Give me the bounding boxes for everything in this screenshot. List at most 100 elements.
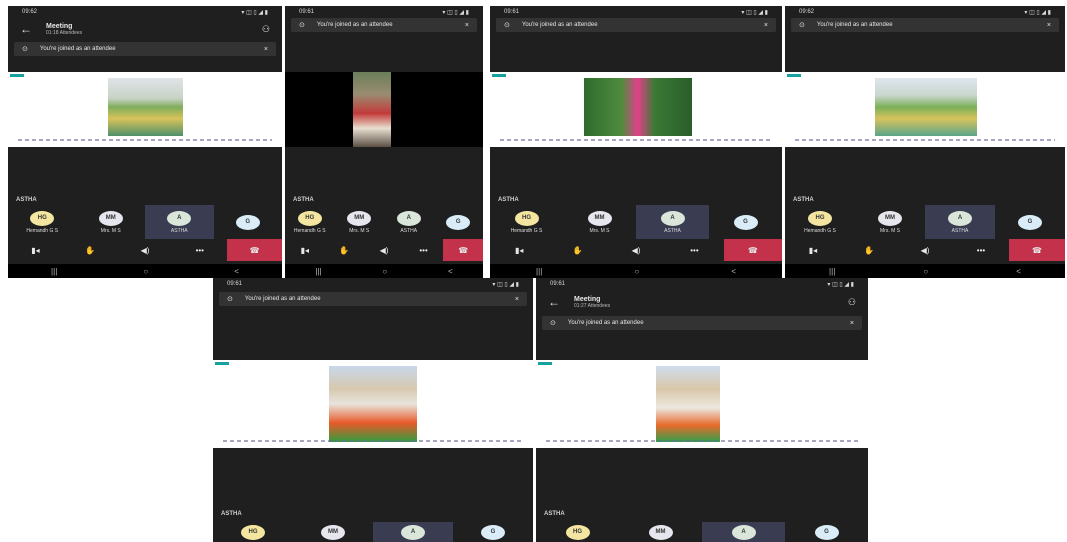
participant-tile[interactable]: MM Mrs. M S — [335, 205, 385, 239]
close-icon[interactable]: × — [515, 296, 519, 303]
participant-name: Mrs. M S — [349, 227, 370, 234]
participant-tile[interactable]: G — [995, 205, 1065, 239]
recents-icon[interactable]: ||| — [536, 267, 542, 276]
notice-text: You're joined as an attendee — [39, 46, 116, 52]
back-arrow-icon[interactable]: ← — [20, 22, 32, 36]
status-bar: 09:61 ▾ ◫ ▯ ◢ ▮ — [536, 278, 868, 290]
video-off-icon[interactable]: ▮◂ — [285, 239, 325, 261]
attendee-notice: ⊙ You're joined as an attendee × — [14, 42, 276, 56]
close-icon[interactable]: × — [264, 46, 268, 53]
close-icon[interactable]: × — [465, 22, 469, 29]
close-icon[interactable]: × — [1047, 22, 1051, 29]
participant-name: ASTHA — [664, 227, 681, 234]
participant-tile[interactable]: G — [434, 205, 484, 239]
speaker-icon[interactable]: ◀) — [607, 239, 665, 261]
hand-raise-icon[interactable]: ✋ — [548, 239, 606, 261]
info-icon: ⊙ — [299, 22, 305, 29]
back-icon[interactable]: < — [234, 267, 239, 276]
participant-tile[interactable]: A ASTHA — [636, 205, 709, 239]
home-icon[interactable]: ○ — [382, 267, 387, 276]
participant-tile[interactable]: MM Mrs. M S — [77, 205, 146, 239]
recents-icon[interactable]: ||| — [829, 267, 835, 276]
back-arrow-icon[interactable]: ← — [548, 295, 560, 309]
participant-tile[interactable]: G — [785, 522, 868, 542]
status-bar: 09:62 ▾ ◫ ▯ ◢ ▮ — [8, 6, 282, 18]
shared-photo — [353, 72, 391, 147]
hang-up-icon[interactable]: ☎ — [227, 239, 282, 261]
home-icon[interactable]: ○ — [923, 267, 928, 276]
attendee-notice: ⊙ You're joined as an attendee × — [291, 18, 477, 32]
shared-screen — [490, 72, 782, 147]
participant-name: Mrs. M S — [880, 227, 900, 234]
participant-tile[interactable]: MM — [293, 522, 373, 542]
more-icon[interactable]: ••• — [404, 239, 444, 261]
hang-up-icon[interactable]: ☎ — [443, 239, 483, 261]
back-icon[interactable]: < — [448, 267, 453, 276]
status-icons: ▾ ◫ ▯ ◢ ▮ — [492, 281, 519, 288]
speaker-icon[interactable]: ◀) — [364, 239, 404, 261]
participant-tile[interactable]: HG — [213, 522, 293, 542]
participant-tile[interactable]: MM — [619, 522, 702, 542]
more-icon[interactable]: ••• — [172, 239, 227, 261]
participant-tile[interactable]: HG Hemandh G S — [490, 205, 563, 239]
recents-icon[interactable]: ||| — [51, 267, 57, 276]
back-icon[interactable]: < — [731, 267, 736, 276]
avatar: G — [733, 214, 758, 230]
section-label: ASTHA — [793, 197, 814, 203]
clock: 09:61 — [504, 9, 520, 15]
people-icon[interactable]: ⚇ — [262, 24, 270, 35]
status-bar: 09:61 ▾ ◫ ▯ ◢ ▮ — [285, 6, 483, 18]
participant-tiles: HG MM A G — [536, 522, 868, 542]
participant-tile[interactable]: A — [702, 522, 785, 542]
avatar: G — [481, 524, 505, 540]
participant-tile[interactable]: G — [214, 205, 283, 239]
clock: 09:62 — [799, 9, 815, 15]
avatar: MM — [98, 210, 123, 226]
participant-tile[interactable]: HG — [536, 522, 619, 542]
section-label: ASTHA — [544, 511, 565, 517]
participant-name: ASTHA — [170, 227, 188, 234]
home-icon[interactable]: ○ — [634, 267, 639, 276]
avatar: MM — [648, 524, 673, 540]
speaker-icon[interactable]: ◀) — [118, 239, 173, 261]
participant-tile[interactable]: HG Hemandh G S — [785, 205, 855, 239]
participant-tile[interactable]: A ASTHA — [384, 205, 434, 239]
more-icon[interactable]: ••• — [953, 239, 1009, 261]
back-icon[interactable]: < — [1016, 267, 1021, 276]
more-icon[interactable]: ••• — [665, 239, 723, 261]
participant-tile[interactable]: MM Mrs. M S — [855, 205, 925, 239]
hand-raise-icon[interactable]: ✋ — [63, 239, 118, 261]
participant-tile[interactable]: A ASTHA — [145, 205, 214, 239]
hand-raise-icon[interactable]: ✋ — [841, 239, 897, 261]
notice-text: You're joined as an attendee — [567, 320, 644, 326]
phone-screen-2: 09:61 ▾ ◫ ▯ ◢ ▮ ⊙ You're joined as an atte… — [285, 6, 483, 278]
status-icons: ▾ ◫ ▯ ◢ ▮ — [241, 9, 268, 16]
video-off-icon[interactable]: ▮◂ — [8, 239, 63, 261]
participant-tile[interactable]: HG Hemandh G S — [285, 205, 335, 239]
close-icon[interactable]: × — [764, 22, 768, 29]
participant-tile[interactable]: A ASTHA — [925, 205, 995, 239]
notice-text: You're joined as an attendee — [521, 22, 598, 28]
home-icon[interactable]: ○ — [143, 267, 148, 276]
avatar: A — [167, 210, 192, 226]
avatar: MM — [587, 210, 612, 226]
video-off-icon[interactable]: ▮◂ — [785, 239, 841, 261]
participant-tile[interactable]: HG Hemandh G S — [8, 205, 77, 239]
people-icon[interactable]: ⚇ — [848, 297, 856, 308]
hang-up-icon[interactable]: ☎ — [1009, 239, 1065, 261]
participant-tiles: HG MM A G — [213, 522, 533, 542]
speaker-icon[interactable]: ◀) — [897, 239, 953, 261]
participant-tile[interactable]: A — [373, 522, 453, 542]
info-icon: ⊙ — [227, 296, 233, 303]
video-off-icon[interactable]: ▮◂ — [490, 239, 548, 261]
participant-name: Hemandh G S — [293, 227, 326, 234]
participant-tile[interactable]: MM Mrs. M S — [563, 205, 636, 239]
participant-tile[interactable]: G — [709, 205, 782, 239]
meeting-header: ← Meeting 01:18 Attendees ⚇ — [8, 18, 282, 40]
hang-up-icon[interactable]: ☎ — [723, 239, 782, 261]
close-icon[interactable]: × — [850, 320, 854, 327]
android-navbar: ||| ○ < — [490, 264, 782, 278]
recents-icon[interactable]: ||| — [315, 267, 321, 276]
hand-raise-icon[interactable]: ✋ — [325, 239, 365, 261]
participant-tile[interactable]: G — [453, 522, 533, 542]
